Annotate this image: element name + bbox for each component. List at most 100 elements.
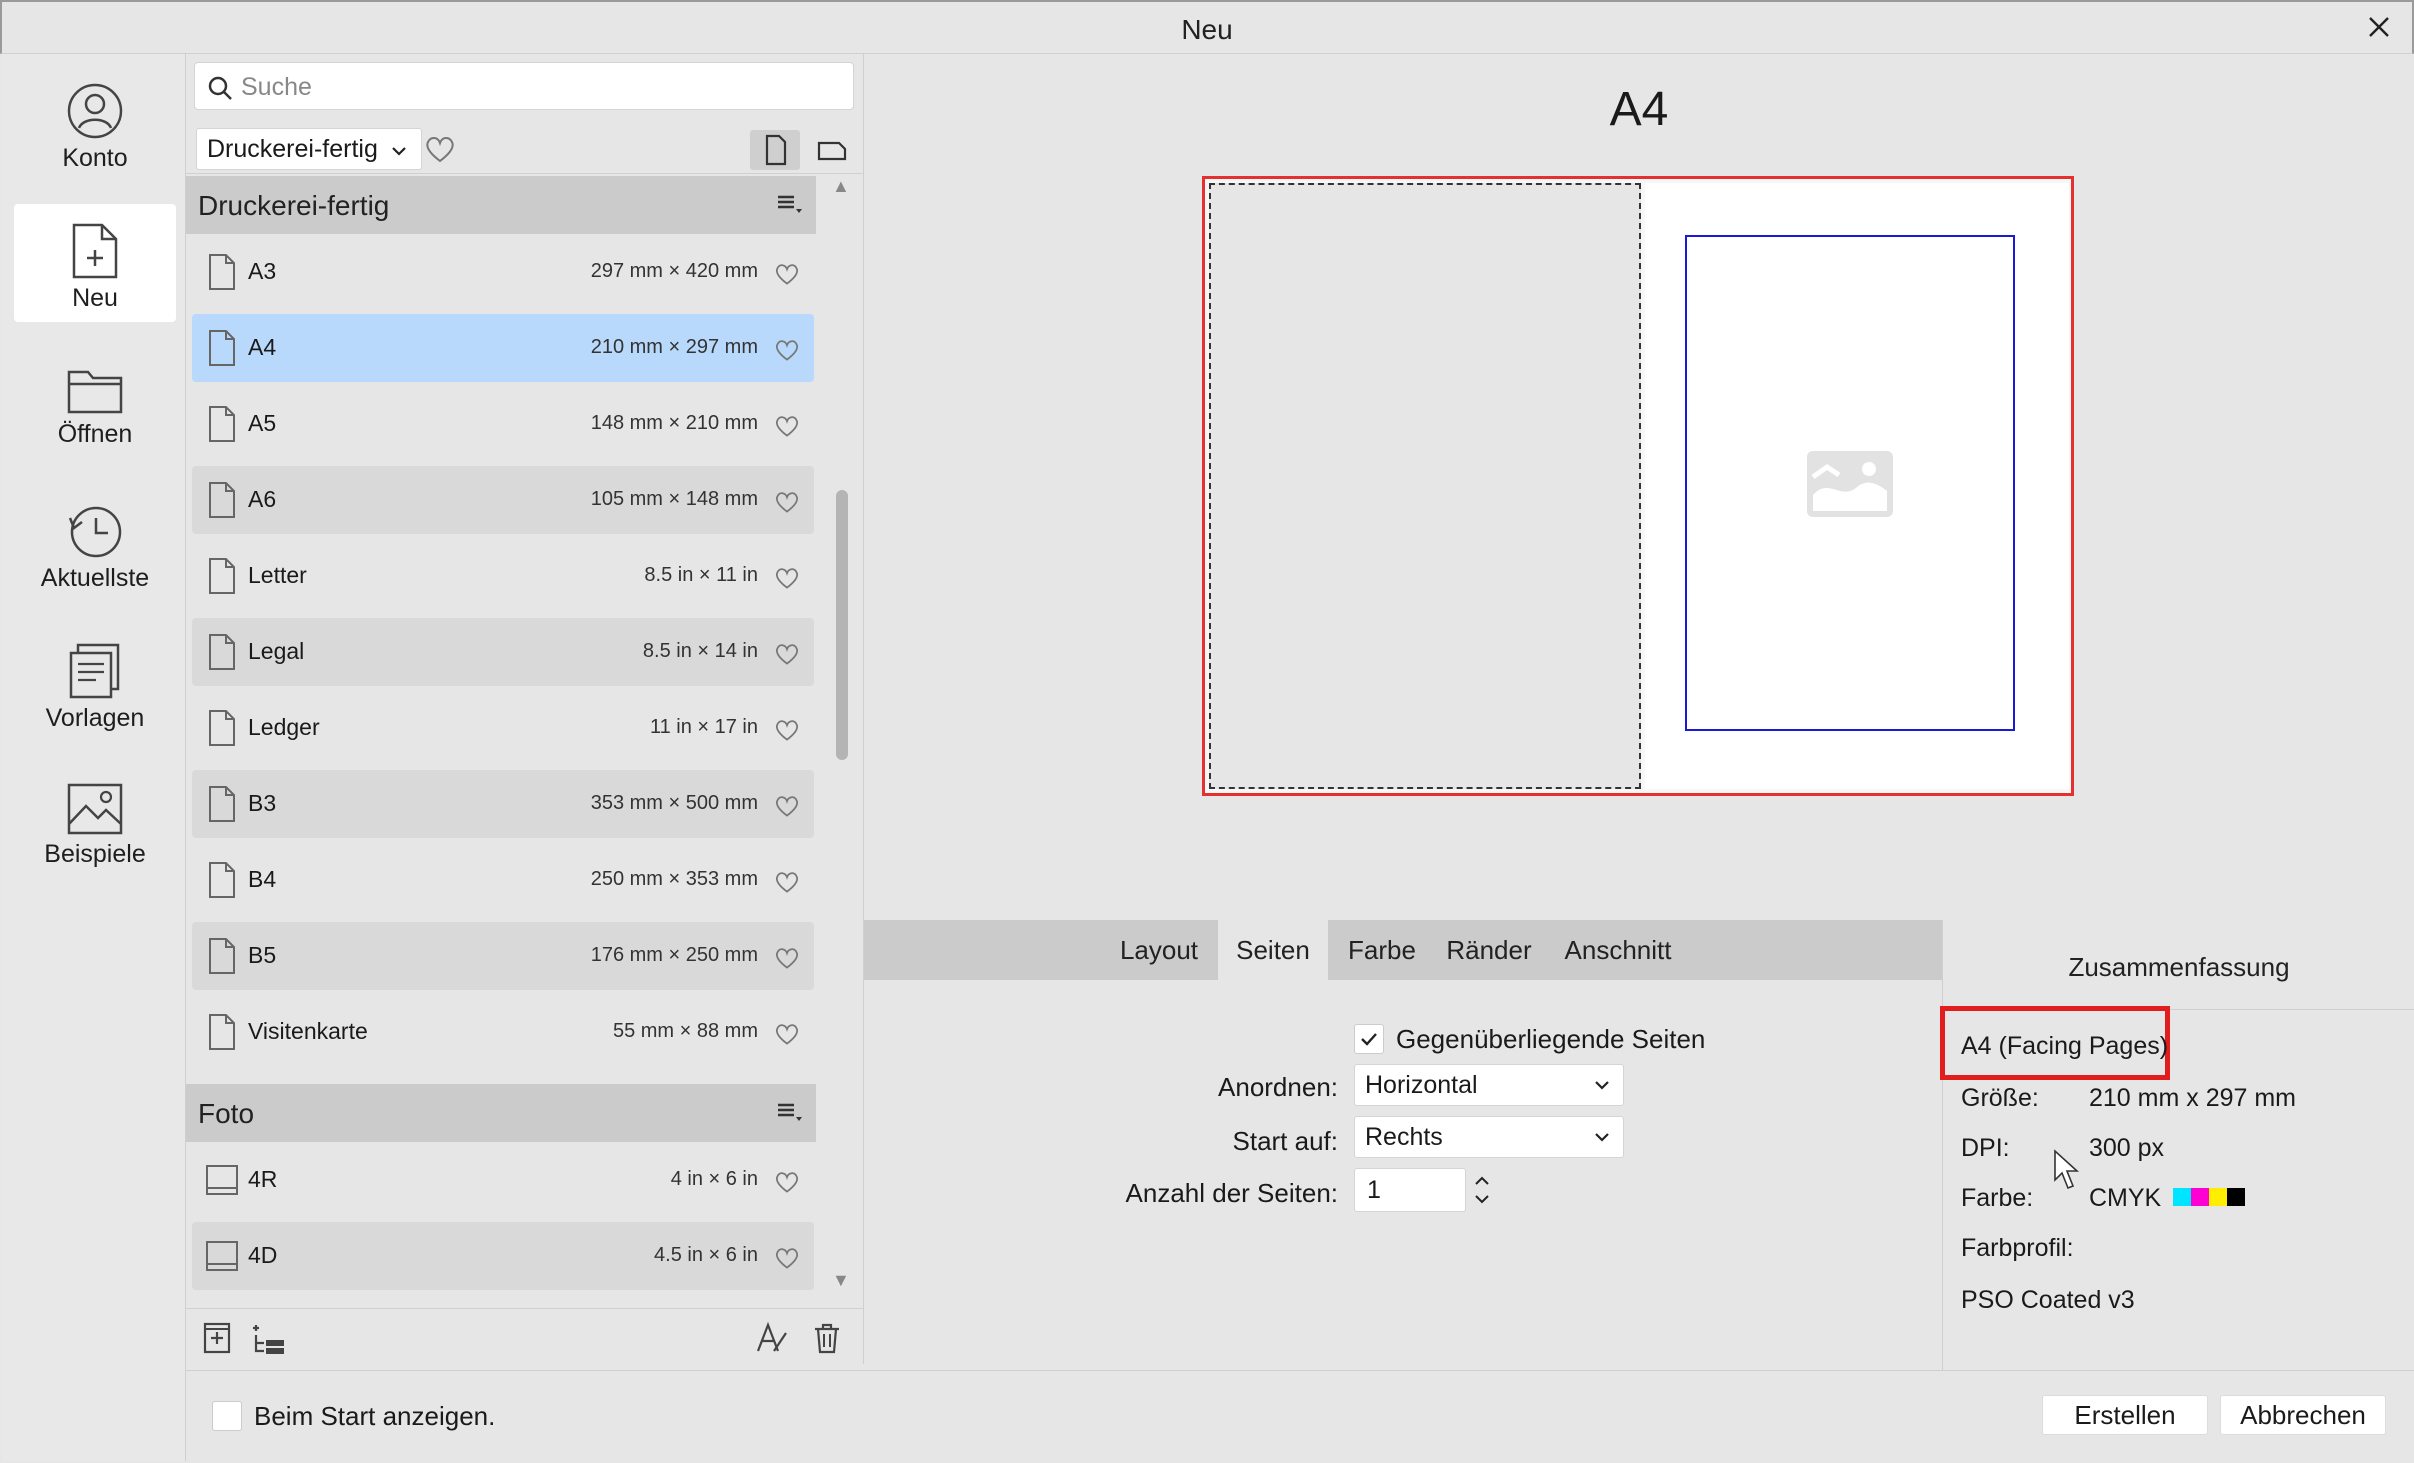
preset-group-header[interactable]: Druckerei-fertig <box>186 176 816 234</box>
rail-item-new[interactable]: Neu <box>14 204 176 322</box>
chevron-down-icon <box>392 147 406 156</box>
preset-row[interactable]: Visitenkarte 55 mm × 88 mm <box>192 998 814 1066</box>
preset-name: B4 <box>248 866 277 892</box>
favorite-heart-icon[interactable] <box>774 490 800 514</box>
preset-row[interactable]: Ledger 11 in × 17 in <box>192 694 814 762</box>
page-count-label: Anzahl der Seiten: <box>1125 1178 1338 1208</box>
facing-pages-checkbox[interactable] <box>1354 1024 1384 1054</box>
rail-label: Vorlagen <box>45 704 145 732</box>
scroll-up-icon[interactable]: ▲ <box>832 176 850 197</box>
summary-color-value: CMYK <box>2089 1184 2162 1212</box>
rail-item-samples[interactable]: Beispiele <box>14 764 176 882</box>
page-icon <box>209 482 235 518</box>
rail-item-recent[interactable]: Aktuellste <box>14 484 176 602</box>
favorite-heart-icon[interactable] <box>774 414 800 438</box>
preset-row[interactable]: Letter 8.5 in × 11 in <box>192 542 814 610</box>
rail-item-templates[interactable]: Vorlagen <box>14 624 176 742</box>
preset-scrollbar[interactable]: ▲ ▼ <box>828 176 856 1296</box>
favorite-heart-icon[interactable] <box>774 262 800 286</box>
preset-row[interactable]: B3 353 mm × 500 mm <box>192 770 814 838</box>
image-placeholder-icon <box>1807 451 1893 517</box>
templates-icon <box>69 643 120 699</box>
preset-name: 4R <box>248 1166 278 1192</box>
preset-row[interactable]: B5 176 mm × 250 mm <box>192 922 814 990</box>
preset-panel: Druckerei-fertig Druckerei-fertig A3 297 m… <box>186 54 864 1364</box>
group-menu-icon[interactable] <box>776 194 804 216</box>
page-count-input[interactable]: 1 <box>1354 1168 1466 1212</box>
preset-row[interactable]: A4 210 mm × 297 mm <box>192 314 814 382</box>
show-on-start-label: Beim Start anzeigen. <box>254 1401 496 1431</box>
preset-row[interactable]: 4D 4.5 in × 6 in <box>192 1222 814 1290</box>
start-select-value: Rechts <box>1365 1123 1443 1151</box>
create-button[interactable]: Erstellen <box>2042 1395 2208 1435</box>
summary-dpi-label: DPI: <box>1961 1134 2010 1162</box>
dialog-footer: Beim Start anzeigen. Erstellen Abbrechen <box>186 1370 2414 1463</box>
arrange-select[interactable]: Horizontal <box>1354 1064 1624 1106</box>
start-select[interactable]: Rechts <box>1354 1116 1624 1158</box>
tab-margins[interactable]: Ränder <box>1436 920 1542 980</box>
summary-panel: Zusammenfassung A4 (Facing Pages) Größe:… <box>1940 920 2414 1370</box>
favorite-heart-icon[interactable] <box>774 946 800 970</box>
tab-pages[interactable]: Seiten <box>1218 920 1328 980</box>
scroll-down-icon[interactable]: ▼ <box>832 1270 850 1291</box>
search-input[interactable] <box>241 71 841 103</box>
preset-group-header[interactable]: Foto <box>186 1084 816 1142</box>
delete-icon[interactable] <box>812 1321 842 1355</box>
category-dropdown[interactable]: Druckerei-fertig <box>196 128 422 170</box>
landscape-button[interactable] <box>806 130 856 170</box>
show-on-start-checkbox[interactable] <box>212 1401 242 1431</box>
favorites-filter-icon[interactable] <box>424 134 456 164</box>
favorite-heart-icon[interactable] <box>774 1022 800 1046</box>
rail-item-account[interactable]: Konto <box>14 64 176 182</box>
favorite-heart-icon[interactable] <box>774 642 800 666</box>
preset-row[interactable]: 4R 4 in × 6 in <box>192 1146 814 1214</box>
tab-layout[interactable]: Layout <box>1104 920 1214 980</box>
preset-size: 55 mm × 88 mm <box>612 1020 758 1042</box>
preset-group-name: Foto <box>198 1098 255 1129</box>
preset-name: Ledger <box>248 714 320 740</box>
checkmark-icon <box>1361 1033 1377 1046</box>
tab-color[interactable]: Farbe <box>1332 920 1432 980</box>
preset-size: 11 in × 17 in <box>649 716 758 738</box>
cancel-button[interactable]: Abbrechen <box>2220 1395 2386 1435</box>
preset-row[interactable]: A3 297 mm × 420 mm <box>192 238 814 306</box>
rename-icon[interactable] <box>754 1321 790 1355</box>
folder-icon <box>67 370 123 414</box>
group-menu-icon[interactable] <box>776 1102 804 1124</box>
preset-row[interactable]: Legal 8.5 in × 14 in <box>192 618 814 686</box>
start-label: Start auf: <box>1232 1126 1339 1156</box>
add-category-icon[interactable] <box>248 1321 288 1357</box>
preset-row[interactable]: A6 105 mm × 148 mm <box>192 466 814 534</box>
favorite-heart-icon[interactable] <box>774 1246 800 1270</box>
favorite-heart-icon[interactable] <box>774 566 800 590</box>
summary-header: Zusammenfassung <box>1943 920 2414 1010</box>
landscape-icon <box>817 141 847 161</box>
landscape-page-icon <box>206 1165 238 1195</box>
arrange-select-value: Horizontal <box>1365 1071 1478 1099</box>
favorite-heart-icon[interactable] <box>774 1170 800 1194</box>
page-icon <box>209 330 235 366</box>
page-icon <box>209 786 235 822</box>
preset-name: A6 <box>248 486 277 512</box>
favorite-heart-icon[interactable] <box>774 338 800 362</box>
page-icon <box>209 1014 235 1050</box>
favorite-heart-icon[interactable] <box>774 718 800 742</box>
rail-label: Neu <box>72 284 118 312</box>
magenta-swatch <box>2191 1188 2209 1206</box>
preset-row[interactable]: A5 148 mm × 210 mm <box>192 390 814 458</box>
preview-area: A4 <box>864 54 2414 920</box>
tab-bleed[interactable]: Anschnitt <box>1548 920 1688 980</box>
rail-item-open[interactable]: Öffnen <box>14 344 176 462</box>
history-icon <box>68 506 122 558</box>
page-icon <box>209 558 235 594</box>
preset-row[interactable]: B4 250 mm × 353 mm <box>192 846 814 914</box>
favorite-heart-icon[interactable] <box>774 870 800 894</box>
page-count-stepper[interactable] <box>1472 1168 1492 1212</box>
add-preset-icon[interactable] <box>202 1321 232 1355</box>
favorite-heart-icon[interactable] <box>774 794 800 818</box>
portrait-button[interactable] <box>750 130 800 170</box>
settings-tabs: Layout Seiten Farbe Ränder Anschnitt <box>864 920 1942 980</box>
scrollbar-thumb[interactable] <box>836 490 848 760</box>
preset-name: 4D <box>248 1242 278 1268</box>
close-icon[interactable] <box>2364 12 2394 42</box>
